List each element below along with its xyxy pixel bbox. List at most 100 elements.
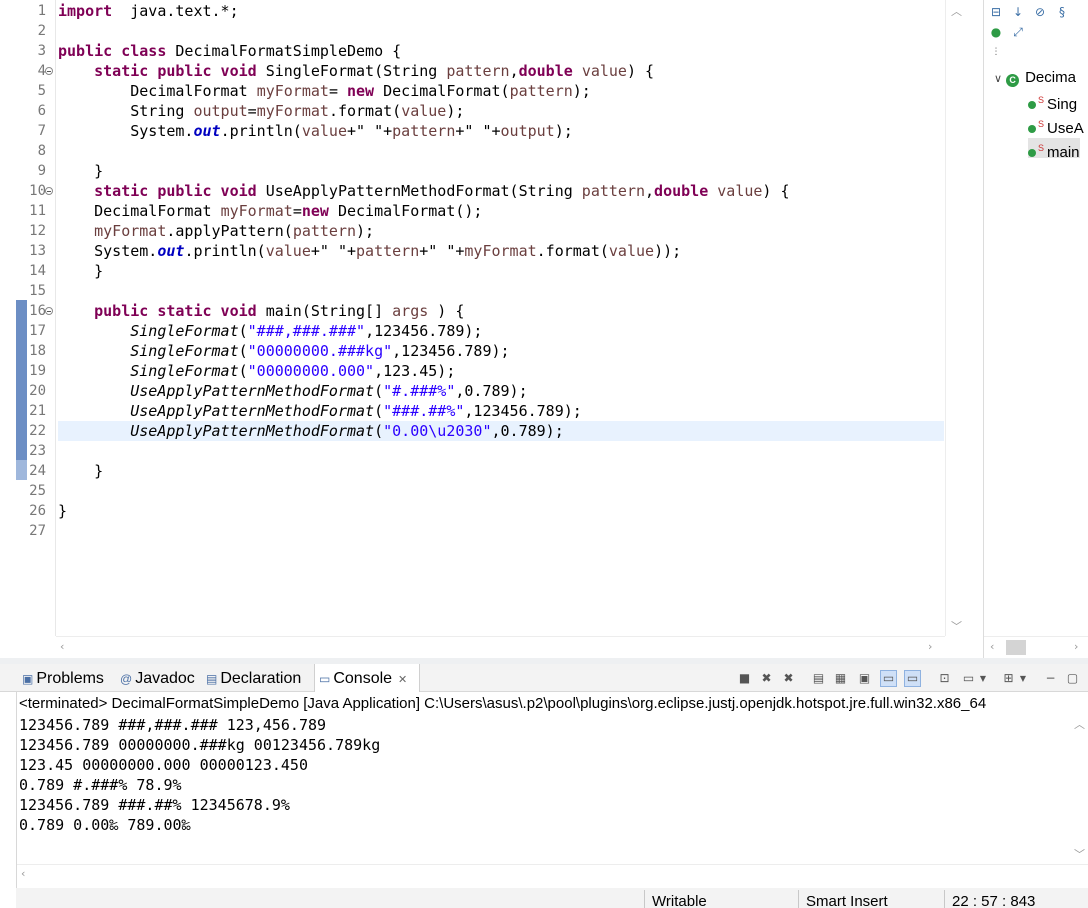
console-vertical-scrollbar[interactable]: ︿ ﹀: [1070, 714, 1088, 864]
code-token: DecimalFormat(: [374, 82, 510, 100]
scroll-right-icon[interactable]: ›: [928, 640, 932, 653]
code-line[interactable]: String output=myFormat.format(value);: [58, 101, 464, 121]
code-token: =: [328, 82, 347, 100]
outline-method-item[interactable]: S Sing: [1028, 90, 1078, 113]
code-token: myFormat: [256, 102, 329, 120]
code-token: (: [374, 382, 384, 400]
code-line[interactable]: SingleFormat("00000000.000",123.45);: [58, 361, 455, 381]
code-token: );: [572, 82, 591, 100]
scroll-left-icon[interactable]: ‹: [21, 867, 25, 880]
tab-javadoc[interactable]: @ Javadoc: [116, 664, 200, 692]
collapse-all-icon[interactable]: ⊟: [988, 4, 1004, 20]
hide-nonpublic-icon[interactable]: ●: [988, 24, 1004, 40]
scroll-up-icon[interactable]: ︿: [1074, 716, 1085, 732]
open-console-icon[interactable]: ⊞: [1000, 670, 1017, 687]
close-icon[interactable]: ✕: [398, 674, 407, 686]
static-marker-icon: S: [1038, 119, 1045, 129]
show-on-stderr-icon[interactable]: ▭: [904, 670, 921, 687]
scroll-thumb[interactable]: [1006, 640, 1026, 655]
fold-collapse-icon[interactable]: [45, 67, 53, 75]
code-editor[interactable]: 1 import java.text.*; 2 3 public class Decim…: [0, 0, 965, 658]
status-separator: [944, 890, 945, 908]
outline-method-label: UseA: [1047, 120, 1084, 137]
code-line[interactable]: public static void main(String[] args ) …: [58, 301, 464, 321]
code-token: (: [238, 362, 248, 380]
tab-label: Problems: [36, 670, 104, 687]
code-line[interactable]: SingleFormat("00000000.###kg",123456.789…: [58, 341, 509, 361]
code-token: myFormat: [464, 242, 537, 260]
status-insert-mode[interactable]: Smart Insert: [806, 892, 888, 908]
tab-console[interactable]: ▭ Console ✕: [314, 664, 420, 692]
code-line[interactable]: UseApplyPatternMethodFormat("###.##%",12…: [58, 401, 582, 421]
tab-problems[interactable]: ▣ Problems: [18, 664, 114, 692]
show-on-stdout-icon[interactable]: ▭: [880, 670, 897, 687]
code-line[interactable]: static public void UseApplyPatternMethod…: [58, 181, 789, 201]
console-horizontal-scrollbar[interactable]: ‹: [17, 864, 1088, 884]
code-token: double: [518, 62, 573, 80]
code-line[interactable]: }: [58, 261, 103, 281]
view-menu-icon[interactable]: ⋮: [988, 44, 1004, 60]
code-token: "00000000.###kg": [247, 342, 393, 360]
code-line[interactable]: DecimalFormat myFormat=new DecimalFormat…: [58, 201, 482, 221]
outline-method-item[interactable]: S UseA: [1028, 114, 1084, 137]
line-number: 4: [37, 63, 46, 79]
code-line[interactable]: }: [58, 501, 67, 521]
console-view[interactable]: <terminated> DecimalFormatSimpleDemo [Ja…: [16, 692, 1088, 908]
outline-method-item[interactable]: Smain: [1028, 138, 1080, 161]
code-token: .println(: [184, 242, 266, 260]
code-token: "0.00\u2030": [383, 422, 492, 440]
code-line[interactable]: DecimalFormat myFormat= new DecimalForma…: [58, 81, 591, 101]
code-token: ,123456.789);: [365, 322, 483, 340]
code-line[interactable]: SingleFormat("###,###.###",123456.789);: [58, 321, 482, 341]
hide-static-icon[interactable]: §: [1054, 4, 1070, 20]
hide-fields-icon[interactable]: ⊘: [1032, 4, 1048, 20]
editor-horizontal-scrollbar[interactable]: ‹ ›: [56, 636, 945, 658]
code-lines[interactable]: 1 import java.text.*; 2 3 public class Decim…: [0, 0, 945, 636]
scroll-right-icon[interactable]: ›: [1074, 640, 1078, 653]
code-line[interactable]: public class DecimalFormatSimpleDemo {: [58, 41, 401, 61]
display-console-dropdown-icon[interactable]: ▼: [978, 670, 988, 687]
outline-class-item[interactable]: ∨ C Decima: [994, 68, 1076, 88]
status-cursor-position[interactable]: 22 : 57 : 843: [952, 892, 1035, 908]
remove-all-terminated-icon[interactable]: ✖: [780, 670, 797, 687]
scroll-up-icon[interactable]: ︿: [951, 3, 962, 19]
editor-vertical-scrollbar[interactable]: ︿ ﹀: [945, 0, 965, 636]
maximize-icon[interactable]: ▢: [1064, 670, 1081, 687]
sort-icon[interactable]: ↓: [1010, 4, 1026, 20]
code-line[interactable]: System.out.println(value+" "+pattern+" "…: [58, 241, 681, 261]
scroll-left-icon[interactable]: ‹: [60, 640, 64, 653]
code-line[interactable]: System.out.println(value+" "+pattern+" "…: [58, 121, 573, 141]
outline-horizontal-scrollbar[interactable]: ‹ ›: [984, 636, 1088, 658]
code-line[interactable]: UseApplyPatternMethodFormat("0.00\u2030"…: [58, 421, 564, 441]
scroll-left-icon[interactable]: ‹: [990, 640, 994, 653]
code-line[interactable]: UseApplyPatternMethodFormat("#.###%",0.7…: [58, 381, 527, 401]
display-console-icon[interactable]: ▭: [960, 670, 977, 687]
code-line[interactable]: }: [58, 461, 103, 481]
terminate-icon[interactable]: ■: [736, 670, 753, 687]
scroll-lock-icon[interactable]: ▦: [832, 670, 849, 687]
code-line[interactable]: myFormat.applyPattern(pattern);: [58, 221, 374, 241]
line-number: 11: [29, 203, 46, 219]
outline-method-label: Sing: [1047, 96, 1078, 113]
minimize-icon[interactable]: −: [1042, 670, 1059, 687]
code-line[interactable]: import java.text.*;: [58, 1, 239, 21]
open-console-dropdown-icon[interactable]: ▼: [1018, 670, 1028, 687]
code-token: out: [193, 122, 221, 140]
remove-launch-icon[interactable]: ✖: [758, 670, 775, 687]
code-line[interactable]: static public void SingleFormat(String p…: [58, 61, 654, 81]
clear-console-icon[interactable]: ▤: [810, 670, 827, 687]
scroll-down-icon[interactable]: ﹀: [951, 618, 962, 634]
line-number: 15: [29, 283, 46, 299]
scroll-down-icon[interactable]: ﹀: [1074, 846, 1085, 862]
code-token: UseApplyPatternMethodFormat: [130, 382, 375, 400]
tab-declaration[interactable]: ▤ Declaration: [202, 664, 312, 692]
code-line[interactable]: }: [58, 161, 103, 181]
fold-collapse-icon[interactable]: [45, 307, 53, 315]
line-number: 18: [29, 343, 46, 359]
pin-console-icon[interactable]: ⊡: [936, 670, 953, 687]
hide-local-types-icon[interactable]: ⤢: [1010, 24, 1026, 40]
public-method-icon: [1028, 125, 1036, 134]
word-wrap-icon[interactable]: ▣: [856, 670, 873, 687]
fold-collapse-icon[interactable]: [45, 187, 53, 195]
